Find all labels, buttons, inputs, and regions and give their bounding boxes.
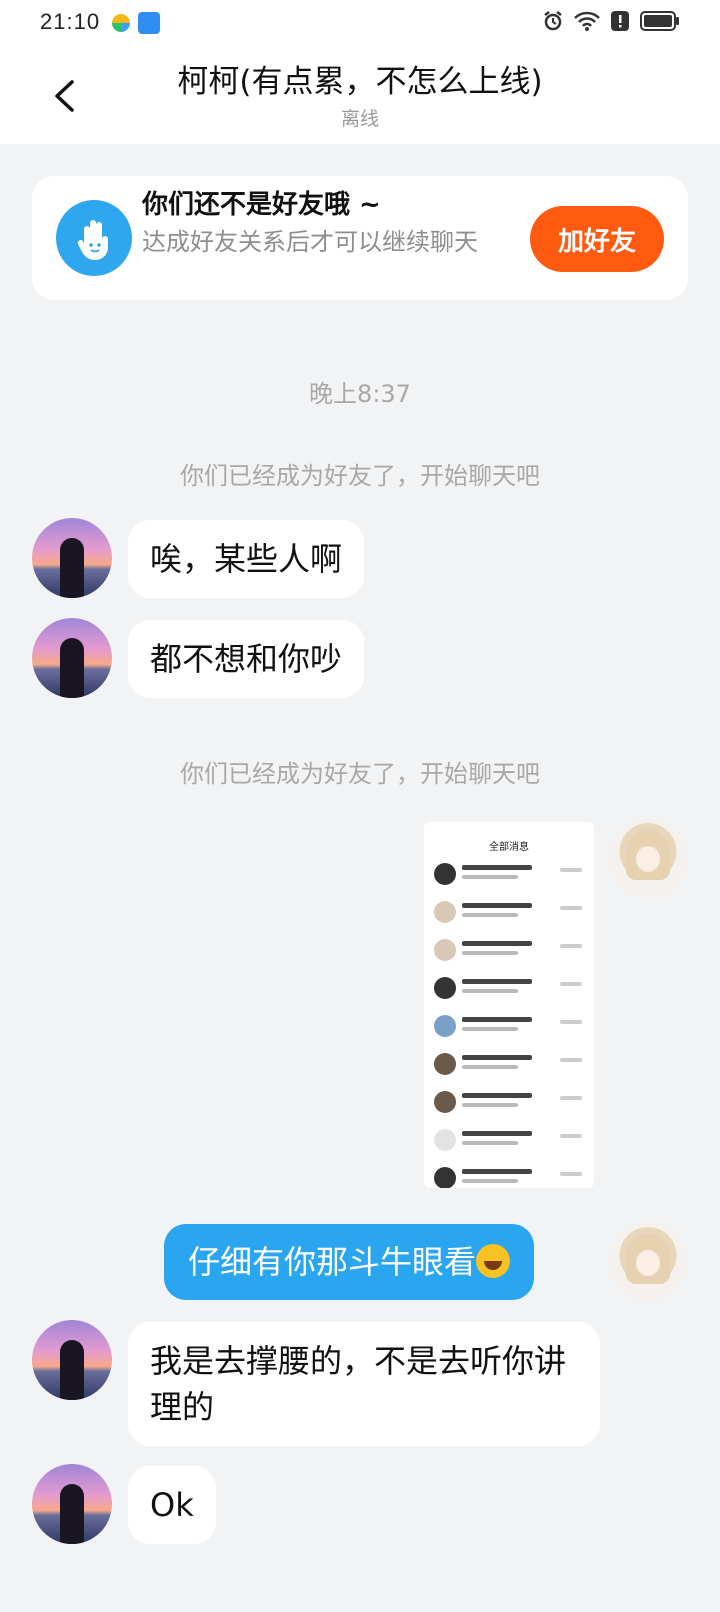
message-bubble-received[interactable]: 唉，某些人啊 (128, 520, 365, 598)
hand-icon (56, 200, 132, 276)
add-friend-button[interactable]: 加好友 (530, 206, 664, 272)
wifi-icon (574, 11, 600, 31)
message-bubble-sent[interactable]: 仔细有你那斗牛眼看 (164, 1224, 535, 1300)
friend-card-description: 达成好友关系后才可以继续聊天 (142, 228, 478, 256)
message-time: 晚上8:37 (309, 380, 411, 408)
message-bubble-received[interactable]: Ok (128, 1466, 216, 1544)
sent-image-header: 全部消息 (489, 842, 529, 853)
system-note: 你们已经成为好友了，开始聊天吧 (180, 760, 540, 788)
image-list-row (424, 1008, 594, 1046)
my-avatar[interactable] (608, 818, 688, 898)
online-status: 离线 (340, 108, 379, 130)
status-bar: 21:10 (0, 0, 720, 46)
alert-icon (611, 11, 629, 31)
contact-avatar[interactable] (32, 1320, 112, 1400)
contact-avatar[interactable] (32, 518, 112, 598)
message-bubble-received[interactable]: 我是去撑腰的，不是去听你讲理的 (128, 1322, 600, 1446)
image-list-row (424, 856, 594, 894)
image-list-row (424, 1122, 594, 1160)
sent-message-text: 仔细有你那斗牛眼看 (188, 1243, 477, 1281)
image-list-row (424, 1046, 594, 1084)
image-list-row (424, 970, 594, 1008)
app-notification-icon (112, 14, 130, 32)
image-list-row (424, 1160, 594, 1188)
contact-avatar[interactable] (32, 618, 112, 698)
chat-title: 柯柯(有点累，不怎么上线) (177, 64, 543, 100)
system-note: 你们已经成为好友了，开始聊天吧 (180, 462, 540, 490)
contact-avatar[interactable] (32, 1464, 112, 1544)
friend-card-title: 你们还不是好友哦 ~ (142, 190, 381, 220)
battery-icon (640, 11, 679, 31)
store-notification-icon (138, 12, 160, 34)
add-friend-card: 你们还不是好友哦 ~ 达成好友关系后才可以继续聊天 加好友 (32, 176, 688, 300)
message-bubble-received[interactable]: 都不想和你吵 (128, 620, 365, 698)
image-list-row (424, 1084, 594, 1122)
status-icons (542, 10, 680, 32)
sent-image[interactable]: 全部消息 (424, 822, 594, 1188)
alarm-icon (544, 11, 562, 31)
rofl-emoji-icon (476, 1244, 511, 1278)
chat-header: 柯柯(有点累，不怎么上线) 离线 (0, 46, 720, 144)
image-list-row (424, 932, 594, 970)
my-avatar[interactable] (608, 1222, 688, 1302)
status-time: 21:10 (40, 9, 101, 34)
image-list-row (424, 894, 594, 932)
